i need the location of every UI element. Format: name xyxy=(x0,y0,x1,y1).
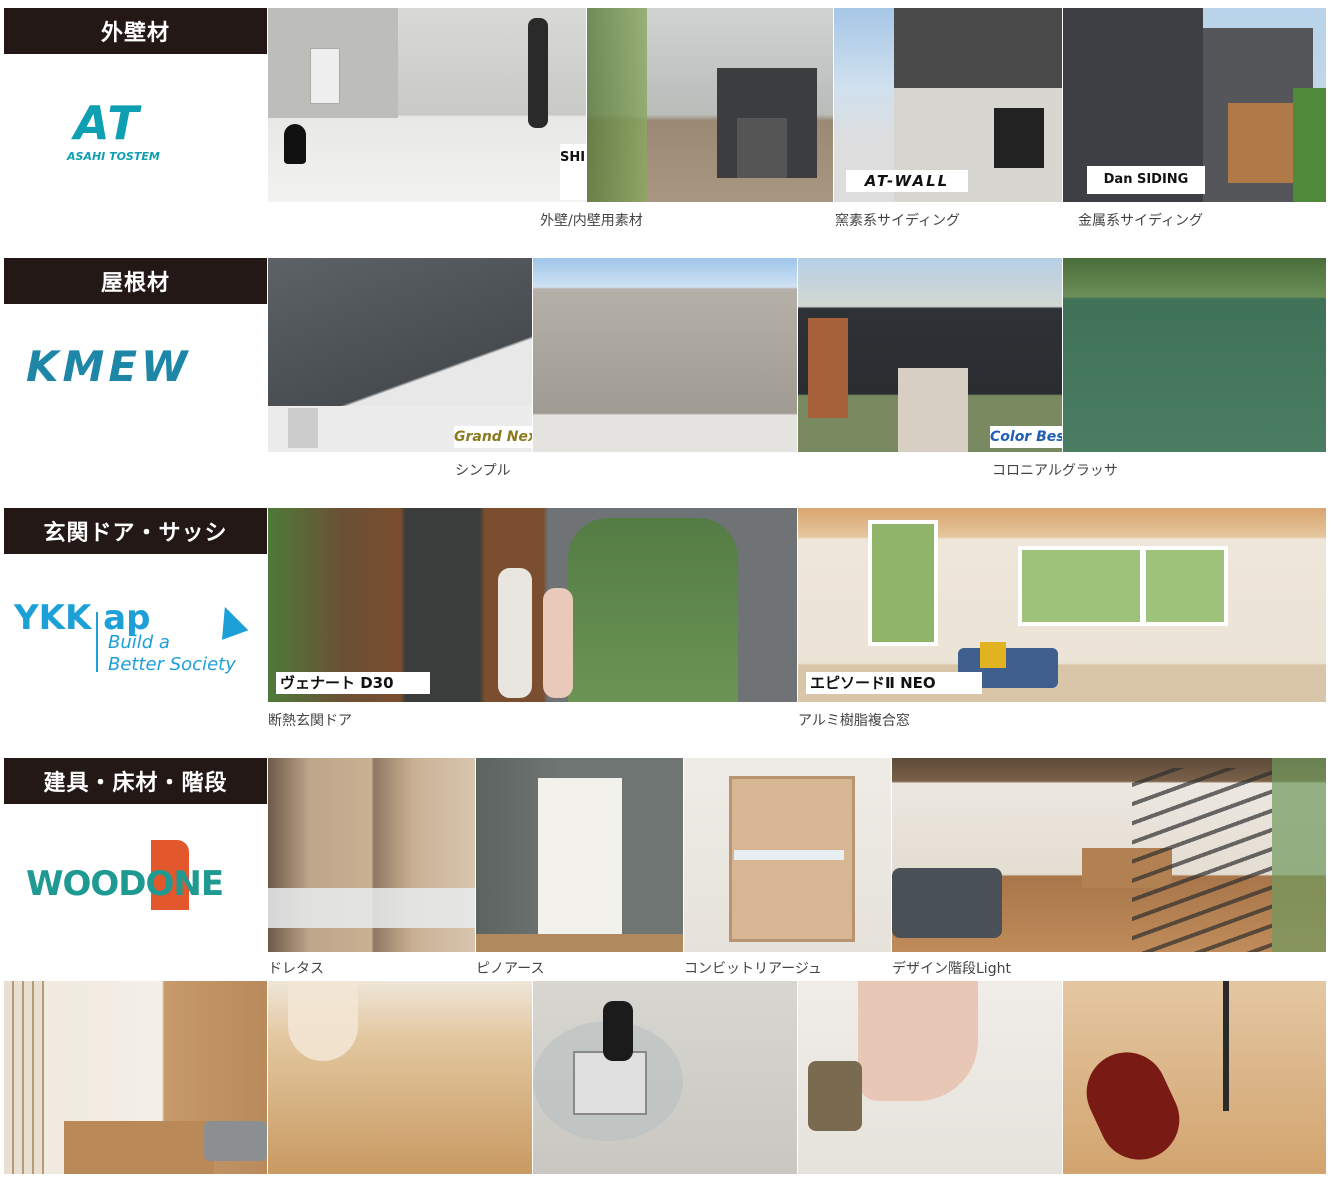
category-label-roofing: 屋根材 xyxy=(4,258,267,304)
badge-at-wall: AT-WALL xyxy=(846,170,968,192)
caption-doretasu: ドレタス xyxy=(268,961,324,977)
ykk-bird-icon xyxy=(211,602,249,640)
photo-doretasu[interactable] xyxy=(268,758,475,952)
badge-shizen: SHI ZEN xyxy=(560,144,586,200)
photo-shizen-wall[interactable]: SHI ZEN xyxy=(268,8,586,202)
at-logo-mark: AT xyxy=(74,96,141,150)
category-label-fittings-floor-stairs: 建具・床材・階段 xyxy=(4,758,267,804)
brand-logo-kmew[interactable]: KMEW xyxy=(4,304,267,452)
photo-floor-barefoot[interactable] xyxy=(268,981,532,1174)
brand-logo-woodone[interactable]: WOODONE xyxy=(4,804,267,952)
photo-at-wall-house[interactable]: AT-WALL xyxy=(834,8,1062,202)
photo-dan-siding-house[interactable]: Dan SIDING xyxy=(1063,8,1326,202)
caption-combit-riage: コンビットリアージュ xyxy=(684,961,822,977)
photo-design-stairs-light[interactable] xyxy=(892,758,1326,952)
caption-design-stairs-light: デザイン階段Light xyxy=(892,961,1011,977)
photo-roof-grand-next[interactable]: Grand Next xyxy=(268,258,532,452)
photo-floor-stone-tray[interactable] xyxy=(533,981,797,1174)
photo-roof-color-best[interactable]: Color Best xyxy=(798,258,1062,452)
caption-metal-siding: 金属系サイディング xyxy=(1078,213,1204,229)
at-logo-subtext: ASAHI TOSTEM xyxy=(67,150,160,163)
kmew-logo-mark: KMEW xyxy=(26,342,192,391)
badge-dan-siding: Dan SIDING xyxy=(1087,166,1205,194)
badge-color-best: Color Best xyxy=(990,426,1062,448)
caption-pinoearth: ピノアース xyxy=(476,961,545,977)
photo-floor-white-cloth[interactable] xyxy=(798,981,1062,1174)
photo-combit-riage[interactable] xyxy=(684,758,891,952)
caption-insulated-door: 断熱玄関ドア xyxy=(268,713,352,729)
category-label-door-sash: 玄関ドア・サッシ xyxy=(4,508,267,554)
badge-grand-next: Grand Next xyxy=(454,426,532,448)
ykk-slogan-line2: Better Society xyxy=(108,654,236,675)
photo-roof-green[interactable] xyxy=(1063,258,1326,452)
caption-simple: シンプル xyxy=(455,463,511,479)
photo-terrace[interactable] xyxy=(587,8,833,202)
photo-pinoearth[interactable] xyxy=(476,758,683,952)
photo-interior-room[interactable] xyxy=(4,981,267,1174)
photo-entrance-door[interactable]: ヴェナート D30 xyxy=(268,508,797,702)
caption-aluminum-resin-window: アルミ樹脂複合窓 xyxy=(798,713,910,729)
photo-living-window[interactable]: エピソードⅡ NEO xyxy=(798,508,1326,702)
brand-logo-ykk-ap[interactable]: YKK ap Build a Better Society xyxy=(4,554,267,702)
caption-colonial-grassa: コロニアルグラッサ xyxy=(992,463,1118,479)
badge-venato-d30: ヴェナート D30 xyxy=(276,672,430,694)
brand-logo-at[interactable]: AT ASAHI TOSTEM xyxy=(4,54,267,202)
ykk-slogan-line1: Build a xyxy=(108,632,170,653)
category-label-exterior-wall: 外壁材 xyxy=(4,8,267,54)
photo-roof-simple[interactable] xyxy=(533,258,797,452)
woodone-logo-mark: WOODONE xyxy=(26,864,224,904)
photo-floor-violin[interactable] xyxy=(1063,981,1326,1174)
caption-exterior-inner-wall: 外壁/内壁用素材 xyxy=(540,213,643,229)
badge-episode-neo: エピソードⅡ NEO xyxy=(806,672,982,694)
caption-ceramic-siding: 窯素系サイディング xyxy=(835,213,961,229)
ykk-ap-logo-mark: YKK ap xyxy=(14,598,151,638)
